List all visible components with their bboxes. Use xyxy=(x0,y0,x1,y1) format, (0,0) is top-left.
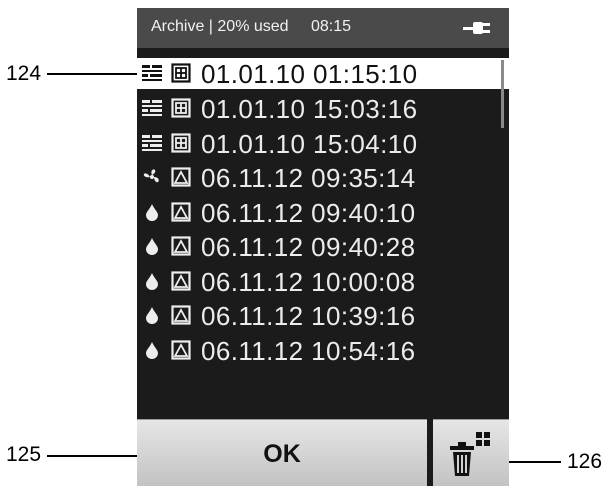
archive-row[interactable]: 01.01.10 15:04:10 xyxy=(137,126,509,161)
archive-timestamp: 06.11.12 09:35:14 xyxy=(201,163,416,193)
archive-row[interactable]: 06.11.12 09:35:14 xyxy=(137,160,509,195)
archive-screen: Archive | 20% used 08:15 01.01.10 01:15:… xyxy=(137,8,509,486)
callout-126: 126 xyxy=(567,450,603,473)
boxed-triangle-icon xyxy=(171,167,191,187)
archive-usage-label: Archive | 20% used xyxy=(151,18,289,35)
callout-124: 124 xyxy=(6,62,42,85)
boxed-triangle-icon xyxy=(171,270,191,291)
droplet-icon xyxy=(146,341,158,359)
status-bar: Archive | 20% used 08:15 xyxy=(137,8,509,48)
archive-timestamp: 01.01.10 15:04:10 xyxy=(201,128,418,159)
archive-timestamp: 06.11.12 10:00:08 xyxy=(201,266,416,297)
boxed-plus-icon xyxy=(171,98,191,118)
boxed-triangle-icon xyxy=(171,339,191,360)
droplet-icon xyxy=(146,272,158,290)
archive-timestamp: 06.11.12 10:54:16 xyxy=(201,335,416,366)
archive-timestamp: 06.11.12 10:39:16 xyxy=(201,301,416,331)
grid-list-icon xyxy=(142,65,162,81)
grid-list-icon xyxy=(142,134,162,151)
boxed-plus-icon xyxy=(171,132,191,153)
archive-timestamp: 01.01.10 15:03:16 xyxy=(201,94,418,124)
droplet-icon xyxy=(146,203,158,221)
boxed-triangle-icon xyxy=(171,201,191,222)
plug-icon xyxy=(463,22,490,34)
archive-row[interactable]: 06.11.12 09:40:28 xyxy=(137,229,509,264)
clock-time: 08:15 xyxy=(311,18,352,35)
delete-button[interactable] xyxy=(433,419,509,486)
grid-list-icon xyxy=(142,100,162,116)
boxed-triangle-icon xyxy=(171,236,191,256)
trash-with-grid-icon xyxy=(450,432,490,476)
archive-row[interactable]: 06.11.12 10:39:16 xyxy=(137,298,509,333)
boxed-triangle-icon xyxy=(171,305,191,325)
ok-button[interactable]: OK xyxy=(137,419,427,486)
archive-list: 01.01.10 01:15:10 01.01.10 15:03:16 01.01.… xyxy=(137,56,509,367)
archive-row[interactable]: 01.01.10 15:03:16 xyxy=(137,91,509,126)
list-scrollbar[interactable] xyxy=(501,60,504,128)
archive-timestamp: 01.01.10 01:15:10 xyxy=(201,59,418,89)
archive-row[interactable]: 06.11.12 10:54:16 xyxy=(137,333,509,368)
droplet-icon xyxy=(146,307,158,324)
archive-timestamp: 06.11.12 09:40:28 xyxy=(201,232,416,262)
archive-timestamp: 06.11.12 09:40:10 xyxy=(201,197,416,228)
fan-icon xyxy=(143,169,159,183)
callout-124-leader xyxy=(47,73,139,75)
boxed-plus-icon xyxy=(171,63,191,83)
archive-row[interactable]: 06.11.12 09:40:10 xyxy=(137,195,509,230)
droplet-icon xyxy=(146,238,158,255)
archive-row[interactable]: 01.01.10 01:15:10 xyxy=(137,58,509,89)
callout-125: 125 xyxy=(6,443,42,466)
ok-button-label: OK xyxy=(263,440,301,468)
archive-row[interactable]: 06.11.12 10:00:08 xyxy=(137,264,509,299)
